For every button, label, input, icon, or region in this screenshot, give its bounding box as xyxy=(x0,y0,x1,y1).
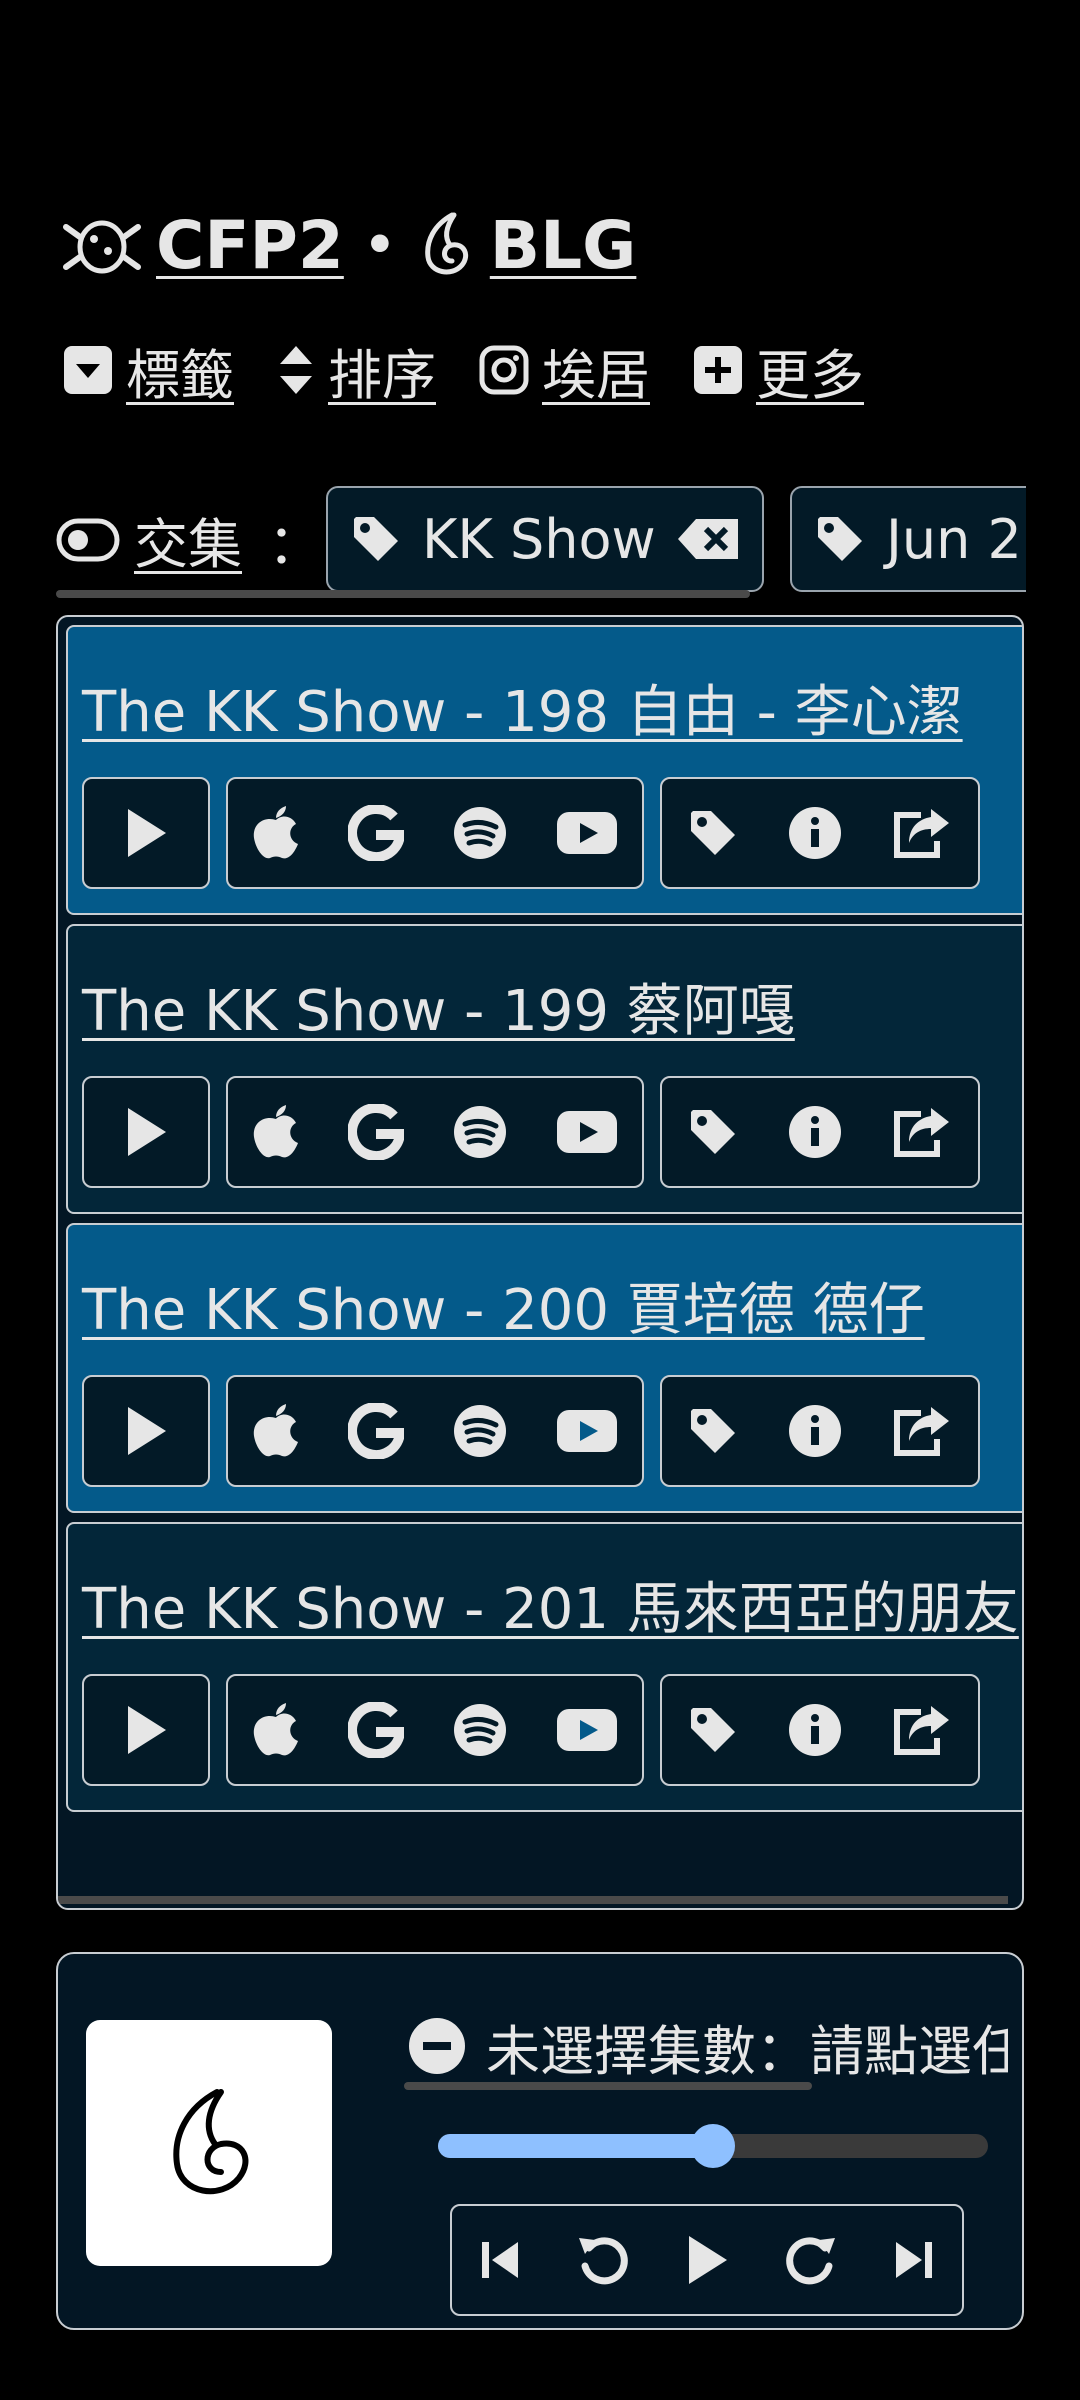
share-icon[interactable] xyxy=(891,805,953,861)
google-podcasts-icon[interactable] xyxy=(348,1104,404,1160)
share-icon[interactable] xyxy=(891,1403,953,1459)
tag-icon[interactable] xyxy=(687,1704,739,1756)
platform-links xyxy=(226,1674,644,1786)
spotify-icon[interactable] xyxy=(452,805,508,861)
sort-icon xyxy=(276,342,316,398)
backspace-icon[interactable] xyxy=(676,517,740,561)
progress-thumb[interactable] xyxy=(691,2124,735,2168)
skip-forward-icon[interactable] xyxy=(892,2236,936,2284)
square-caret-down-icon xyxy=(62,344,114,396)
play-episode-button[interactable] xyxy=(82,1375,210,1487)
info-icon[interactable] xyxy=(788,1404,842,1458)
network-link[interactable]: BLG xyxy=(490,207,637,284)
tag-icon[interactable] xyxy=(687,1106,739,1158)
spotify-icon[interactable] xyxy=(452,1104,508,1160)
episode-item: The KK Show - 198 自由 - 李心潔 xyxy=(66,625,1022,915)
filter-mode-label[interactable]: 交集 xyxy=(134,500,242,579)
network-logo-icon xyxy=(416,207,476,283)
forward-icon[interactable] xyxy=(783,2232,839,2288)
platform-links xyxy=(226,777,644,889)
play-icon xyxy=(122,1702,170,1758)
filter-scrollbar[interactable] xyxy=(56,590,750,598)
rewind-icon[interactable] xyxy=(575,2232,631,2288)
play-icon xyxy=(122,1104,170,1160)
platform-links xyxy=(226,1076,644,1188)
youtube-icon[interactable] xyxy=(556,1110,618,1154)
episode-title-link[interactable]: The KK Show - 199 蔡阿嘎 xyxy=(82,966,795,1047)
nav-tags[interactable]: 標籤 xyxy=(126,331,234,410)
toggle-off-icon xyxy=(56,518,120,562)
nav-sort[interactable]: 排序 xyxy=(328,331,436,410)
google-podcasts-icon[interactable] xyxy=(348,805,404,861)
youtube-icon[interactable] xyxy=(556,1409,618,1453)
filter-chip[interactable]: Jun 2 xyxy=(790,486,1026,592)
skip-back-icon[interactable] xyxy=(478,2236,522,2284)
episode-actions xyxy=(660,1674,980,1786)
instagram-icon xyxy=(478,344,530,396)
nav-instagram[interactable]: 埃居 xyxy=(542,331,650,410)
info-icon[interactable] xyxy=(788,1703,842,1757)
nav-more[interactable]: 更多 xyxy=(756,331,864,410)
episode-actions xyxy=(660,1076,980,1188)
episode-item: The KK Show - 201 馬來西亞的朋友 xyxy=(66,1522,1022,1812)
status-scrollbar[interactable] xyxy=(404,2082,812,2090)
episode-list-scrollbar[interactable] xyxy=(58,1896,1008,1904)
filter-mode[interactable]: 交集 ： xyxy=(56,500,322,579)
episode-title-link[interactable]: The KK Show - 200 賈培德 德仔 xyxy=(82,1265,925,1346)
filter-row: 交集 ： KK Show Jun 2 xyxy=(56,480,1026,600)
player-status: 未選擇集數：請點選任 xyxy=(408,2006,1008,2086)
tag-icon xyxy=(814,513,866,565)
play-icon xyxy=(122,1403,170,1459)
google-podcasts-icon[interactable] xyxy=(348,1702,404,1758)
play-episode-button[interactable] xyxy=(82,1674,210,1786)
spotify-icon[interactable] xyxy=(452,1702,508,1758)
filter-chip-label: Jun 2 xyxy=(886,507,1022,571)
podcast-link[interactable]: CFP2 xyxy=(156,207,344,284)
tag-icon[interactable] xyxy=(687,807,739,859)
progress-fill xyxy=(438,2134,713,2158)
share-icon[interactable] xyxy=(891,1104,953,1160)
google-podcasts-icon[interactable] xyxy=(348,1403,404,1459)
play-episode-button[interactable] xyxy=(82,1076,210,1188)
network-logo-icon xyxy=(159,2078,259,2208)
spotify-icon[interactable] xyxy=(452,1403,508,1459)
platform-links xyxy=(226,1375,644,1487)
episode-actions xyxy=(660,1375,980,1487)
episode-item: The KK Show - 199 蔡阿嘎 xyxy=(66,924,1022,1214)
play-icon[interactable] xyxy=(683,2232,731,2288)
player-controls xyxy=(450,2204,964,2316)
youtube-icon[interactable] xyxy=(556,1708,618,1752)
nav-row: 標籤 排序 埃居 更多 xyxy=(62,330,864,410)
info-icon[interactable] xyxy=(788,806,842,860)
filter-chip[interactable]: KK Show xyxy=(326,486,764,592)
episode-title-link[interactable]: The KK Show - 201 馬來西亞的朋友 xyxy=(82,1564,1019,1645)
filter-chip-label: KK Show xyxy=(422,507,656,571)
tag-icon[interactable] xyxy=(687,1405,739,1457)
share-icon[interactable] xyxy=(891,1702,953,1758)
apple-icon[interactable] xyxy=(252,1703,300,1757)
title-row: CFP2 • BLG xyxy=(62,200,636,290)
square-plus-icon xyxy=(692,344,744,396)
episode-title-link[interactable]: The KK Show - 198 自由 - 李心潔 xyxy=(82,667,963,748)
audio-player: 未選擇集數：請點選任 xyxy=(56,1952,1024,2330)
apple-icon[interactable] xyxy=(252,1404,300,1458)
minus-circle-icon xyxy=(408,2017,466,2075)
play-episode-button[interactable] xyxy=(82,777,210,889)
title-separator: • xyxy=(363,216,396,274)
episode-actions xyxy=(660,777,980,889)
info-icon[interactable] xyxy=(788,1105,842,1159)
tag-icon xyxy=(350,513,402,565)
play-icon xyxy=(122,805,170,861)
episode-item: The KK Show - 200 賈培德 德仔 xyxy=(66,1223,1022,1513)
filter-colon: ： xyxy=(268,513,322,576)
progress-slider[interactable] xyxy=(438,2124,988,2168)
player-status-text: 未選擇集數：請點選任 xyxy=(486,2019,1008,2083)
episode-list: The KK Show - 198 自由 - 李心潔 The KK Show -… xyxy=(56,615,1024,1910)
youtube-icon[interactable] xyxy=(556,811,618,855)
player-artwork xyxy=(86,2020,332,2266)
frog-logo-icon xyxy=(62,207,142,283)
apple-icon[interactable] xyxy=(252,806,300,860)
apple-icon[interactable] xyxy=(252,1105,300,1159)
